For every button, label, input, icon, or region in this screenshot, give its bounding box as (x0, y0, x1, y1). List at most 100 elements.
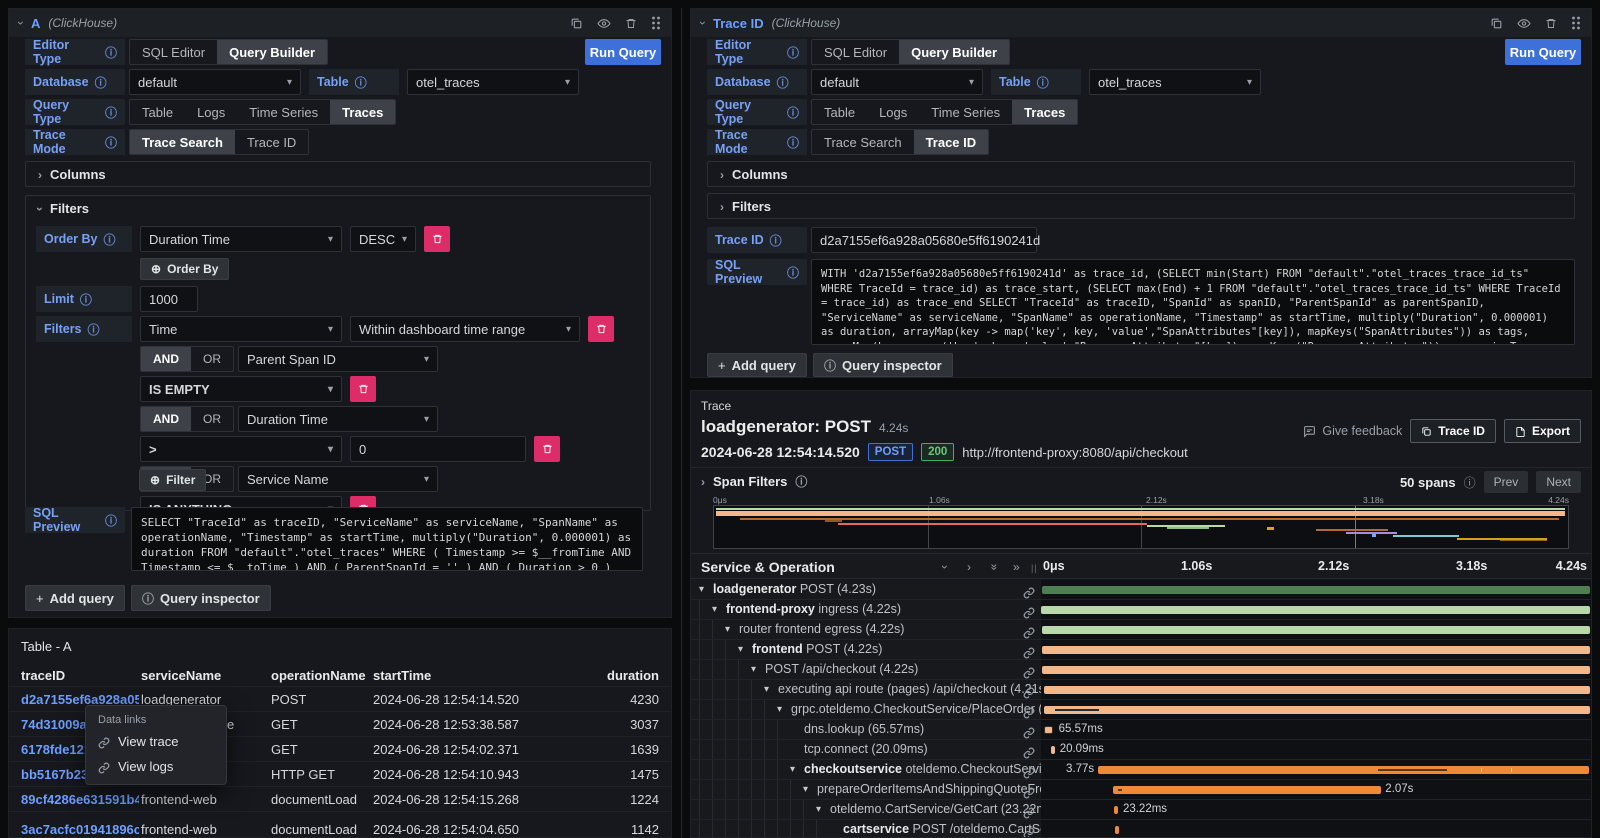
span-bar[interactable] (1042, 626, 1591, 634)
span-bar[interactable] (1042, 586, 1590, 594)
add-filter-button[interactable]: ⊕Filter (139, 469, 206, 491)
link-icon[interactable] (1023, 743, 1035, 759)
trace-id-button[interactable]: Trace ID (1410, 419, 1496, 443)
twisty-icon[interactable]: ▾ (816, 800, 821, 819)
col-operationname[interactable]: operationName (271, 668, 366, 683)
col-traceid[interactable]: traceID (21, 668, 65, 683)
collapse-chevron-icon[interactable]: › (697, 21, 709, 25)
query-type-timeseries[interactable]: Time Series (919, 100, 1012, 124)
add-query-button[interactable]: +Add query (25, 585, 125, 611)
remove-order-by-button[interactable] (424, 226, 450, 252)
info-icon[interactable]: ⓘ (795, 473, 807, 490)
condition1-field-select[interactable]: Parent Span ID▾ (238, 346, 438, 372)
collapse-all-icon[interactable]: » (988, 564, 1000, 571)
col-starttime[interactable]: startTime (373, 668, 431, 683)
run-query-button[interactable]: Run Query (1505, 39, 1581, 65)
link-icon[interactable] (1023, 663, 1035, 679)
info-icon[interactable]: ⓘ (88, 321, 100, 338)
expand-one-icon[interactable]: › (967, 561, 971, 573)
span-row[interactable]: ▾ checkoutservice oteldemo.CheckoutServi… (691, 760, 1591, 780)
twisty-icon[interactable]: ▾ (712, 600, 717, 619)
span-bar[interactable] (1041, 606, 1590, 614)
link-icon[interactable] (1023, 623, 1035, 639)
span-bar[interactable] (1044, 726, 1053, 734)
delete-query-trash-icon[interactable] (1545, 17, 1557, 30)
trace-id-input[interactable]: d2a7155ef6a928a05680e5ff6190241d (811, 227, 1037, 253)
twisty-icon[interactable]: ▾ (738, 640, 743, 659)
span-bar[interactable] (1114, 806, 1118, 814)
link-icon[interactable] (1023, 763, 1035, 779)
info-icon[interactable]: ⓘ (787, 44, 799, 61)
table-select[interactable]: otel_traces▾ (407, 69, 579, 95)
drag-handle-icon[interactable] (1571, 16, 1581, 30)
condition2-operator-select[interactable]: >▾ (140, 436, 342, 462)
link-icon[interactable] (1023, 703, 1035, 719)
remove-condition2-button[interactable] (534, 436, 560, 462)
info-icon[interactable]: ⓘ (105, 104, 117, 121)
span-bar[interactable] (1044, 686, 1590, 694)
info-icon[interactable]: ⓘ (787, 264, 799, 281)
query-type-traces[interactable]: Traces (330, 100, 395, 124)
link-icon[interactable] (1023, 723, 1035, 739)
span-bar[interactable] (1042, 666, 1589, 674)
info-icon[interactable]: ⓘ (787, 134, 799, 151)
order-by-direction-select[interactable]: DESC▾ (350, 226, 416, 252)
trace-minimap[interactable] (713, 505, 1569, 549)
query-type-logs[interactable]: Logs (867, 100, 919, 124)
add-order-by-button[interactable]: ⊕Order By (140, 258, 229, 280)
trace-mode-search[interactable]: Trace Search (130, 130, 235, 154)
twisty-icon[interactable]: ▾ (764, 680, 769, 699)
twisty-icon[interactable]: ▾ (777, 700, 782, 719)
span-bar[interactable] (1051, 746, 1055, 754)
span-bar[interactable] (1115, 826, 1119, 834)
delete-query-trash-icon[interactable] (625, 17, 637, 30)
span-bar[interactable] (1098, 766, 1589, 774)
span-filters-toggle[interactable]: › Span Filters ⓘ (701, 473, 807, 490)
expand-all-icon[interactable]: » (1013, 561, 1020, 573)
span-row[interactable]: ▾ prepareOrderItemsAndShippingQuoteFromC… (691, 780, 1591, 800)
span-row[interactable]: ▾ POST /api/checkout (4.22s) (691, 660, 1591, 680)
trace-id-link[interactable]: 3ac7acfc01941896c... (21, 822, 139, 837)
twisty-icon[interactable]: ▾ (751, 660, 756, 679)
database-select[interactable]: default▾ (129, 69, 301, 95)
query-type-logs[interactable]: Logs (185, 100, 237, 124)
columns-section[interactable]: ›Columns (25, 161, 651, 187)
view-logs-link[interactable]: View logs (98, 759, 214, 774)
and-option[interactable]: AND (141, 347, 191, 371)
remove-filter-button[interactable] (588, 316, 614, 342)
info-icon[interactable]: ⓘ (104, 231, 116, 248)
filters-section[interactable]: ›Filters (707, 193, 1575, 219)
trace-mode-search[interactable]: Trace Search (812, 130, 914, 154)
filter-field-select[interactable]: Time▾ (140, 316, 342, 342)
span-row[interactable]: dns.lookup (65.57ms) 65.57ms (691, 720, 1591, 740)
column-resize-handle[interactable]: || (1031, 563, 1038, 573)
hide-response-eye-icon[interactable] (1517, 17, 1531, 30)
query-type-table[interactable]: Table (812, 100, 867, 124)
collapse-chevron-icon[interactable]: › (15, 21, 27, 25)
panel-resize-divider[interactable] (681, 8, 682, 838)
drag-handle-icon[interactable] (651, 16, 661, 30)
run-query-button[interactable]: Run Query (585, 39, 661, 65)
prev-button[interactable]: Prev (1484, 471, 1529, 493)
condition3-field-select[interactable]: Service Name▾ (238, 466, 438, 492)
twisty-icon[interactable]: ▾ (790, 760, 795, 779)
span-row[interactable]: tcp.connect (20.09ms) 20.09ms (691, 740, 1591, 760)
info-icon[interactable]: ⓘ (355, 74, 367, 91)
database-select[interactable]: default▾ (811, 69, 983, 95)
sql-editor-option[interactable]: SQL Editor (812, 40, 899, 64)
query-inspector-button[interactable]: ⓘQuery inspector (131, 585, 271, 611)
collapse-one-icon[interactable]: › (939, 565, 951, 569)
info-icon[interactable]: ⓘ (1464, 474, 1476, 491)
query-type-table[interactable]: Table (130, 100, 185, 124)
query-inspector-button[interactable]: ⓘQuery inspector (813, 353, 953, 377)
span-row[interactable]: ▾ executing api route (pages) /api/check… (691, 680, 1591, 700)
span-bar[interactable] (1042, 646, 1590, 654)
span-row[interactable]: cartservice POST /oteldemo.CartService/G… (691, 820, 1591, 837)
link-icon[interactable] (1023, 683, 1035, 699)
next-button[interactable]: Next (1536, 471, 1581, 493)
trace-mode-id[interactable]: Trace ID (235, 130, 308, 154)
query-type-traces[interactable]: Traces (1012, 100, 1077, 124)
twisty-icon[interactable]: ▾ (699, 580, 704, 599)
span-row[interactable]: ▾ frontend-proxy ingress (4.22s) (691, 600, 1591, 620)
span-row[interactable]: ▾ loadgenerator POST (4.23s) (691, 580, 1591, 600)
